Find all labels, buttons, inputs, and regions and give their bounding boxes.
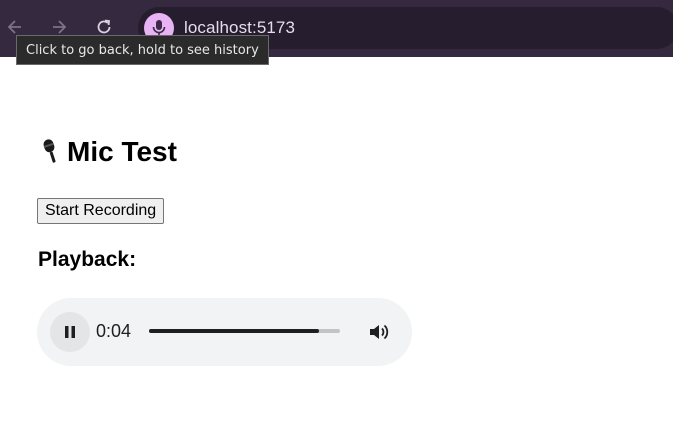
progress-fill	[149, 329, 319, 333]
reload-icon	[97, 19, 111, 34]
volume-button[interactable]	[365, 319, 393, 345]
volume-icon	[370, 324, 389, 340]
page-title-text: Mic Test	[67, 136, 177, 167]
back-button-tooltip: Click to go back, hold to see history	[16, 35, 269, 65]
progress-slider[interactable]	[149, 329, 340, 333]
arrow-right-icon	[53, 20, 67, 34]
current-time: 0:04	[96, 321, 132, 341]
start-recording-button[interactable]: Start Recording	[37, 198, 165, 224]
pause-icon	[65, 326, 75, 338]
page-title: Mic Test	[38, 136, 177, 168]
microphone-icon	[43, 139, 56, 163]
pause-button[interactable]	[50, 312, 90, 352]
arrow-left-icon	[7, 20, 21, 34]
playback-heading: Playback:	[38, 248, 137, 271]
audio-player: 0:04	[37, 298, 412, 366]
